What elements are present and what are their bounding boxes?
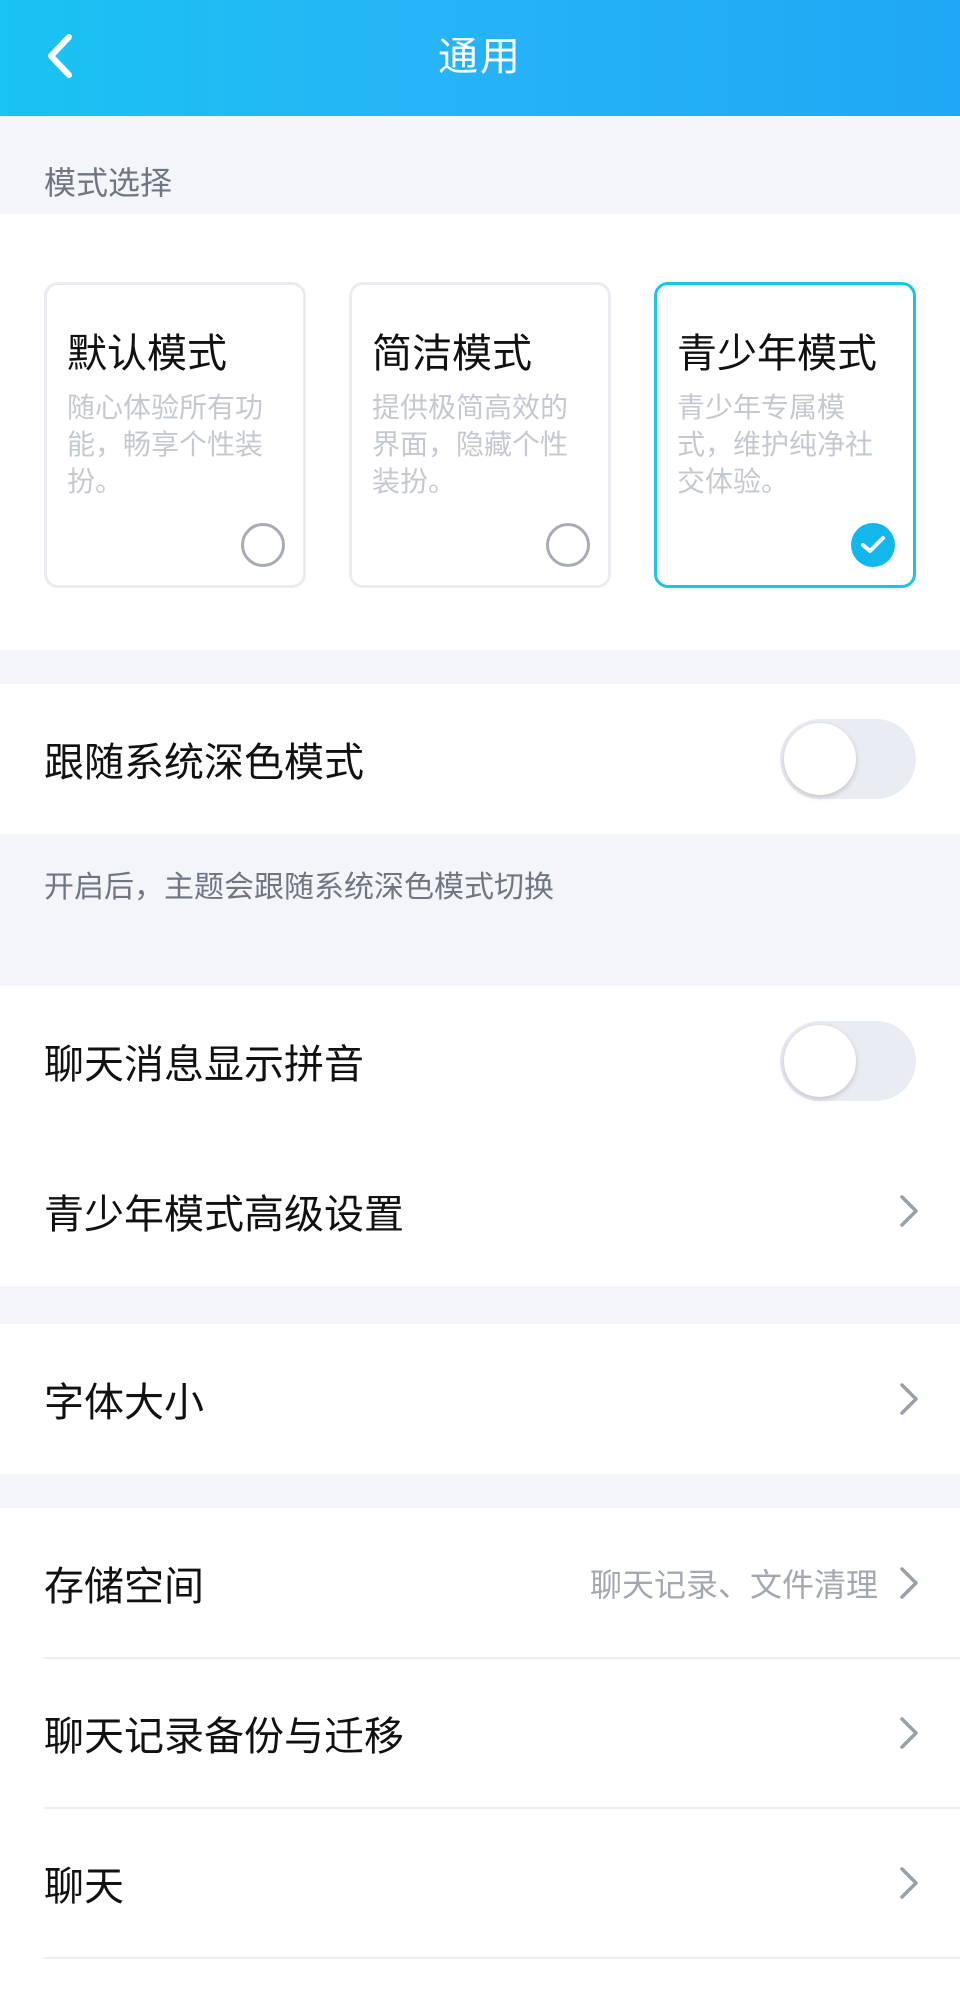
chat-pinyin-toggle[interactable] bbox=[780, 1021, 916, 1101]
storage-row[interactable]: 存储空间 聊天记录、文件清理 bbox=[0, 1508, 960, 1658]
dark-mode-row: 跟随系统深色模式 bbox=[0, 684, 960, 834]
mode-card-title: 默认模式 bbox=[67, 331, 227, 377]
mode-card-title: 青少年模式 bbox=[677, 331, 877, 377]
font-size-row[interactable]: 字体大小 bbox=[0, 1324, 960, 1474]
font-size-label: 字体大小 bbox=[44, 1380, 204, 1426]
backup-row[interactable]: 聊天记录备份与迁移 bbox=[0, 1658, 960, 1808]
chat-row[interactable]: 聊天 bbox=[0, 1808, 960, 1958]
radio-unselected-icon[interactable] bbox=[241, 523, 285, 567]
chat-pinyin-label: 聊天消息显示拼音 bbox=[44, 1042, 364, 1088]
toggle-knob bbox=[784, 723, 856, 795]
chevron-right-icon bbox=[900, 1867, 918, 1899]
radio-checked-icon[interactable] bbox=[851, 523, 895, 567]
storage-chat-group: 存储空间 聊天记录、文件清理 聊天记录备份与迁移 聊天 bbox=[0, 1508, 960, 1990]
dark-mode-label: 跟随系统深色模式 bbox=[44, 740, 364, 786]
mode-card-title: 简洁模式 bbox=[372, 331, 532, 377]
dark-mode-hint: 开启后，主题会跟随系统深色模式切换 bbox=[44, 870, 554, 905]
chat-pinyin-row: 聊天消息显示拼音 bbox=[0, 986, 960, 1136]
storage-label: 存储空间 bbox=[44, 1564, 204, 1610]
chat-settings-group: 聊天消息显示拼音 青少年模式高级设置 bbox=[0, 986, 960, 1286]
mode-card-default[interactable]: 默认模式 随心体验所有功能，畅享个性装扮。 bbox=[44, 282, 306, 588]
app-header: 通用 bbox=[0, 0, 960, 116]
checkmark-icon bbox=[861, 536, 885, 553]
mode-card-description: 青少年专属模式，维护纯净社交体验。 bbox=[677, 391, 874, 498]
backup-label: 聊天记录备份与迁移 bbox=[44, 1714, 404, 1760]
radio-unselected-icon[interactable] bbox=[546, 523, 590, 567]
toggle-knob bbox=[784, 1025, 856, 1097]
mode-card-teen[interactable]: 青少年模式 青少年专属模式，维护纯净社交体验。 bbox=[654, 282, 916, 588]
chevron-right-icon bbox=[900, 1567, 918, 1599]
storage-subtitle: 聊天记录、文件清理 bbox=[589, 1566, 878, 1604]
chevron-right-icon bbox=[900, 1383, 918, 1415]
section-label-mode: 模式选择 bbox=[44, 164, 173, 202]
chat-label: 聊天 bbox=[44, 1864, 124, 1910]
mode-card-description: 随心体验所有功能，畅享个性装扮。 bbox=[67, 391, 264, 498]
teen-advanced-row[interactable]: 青少年模式高级设置 bbox=[0, 1136, 960, 1286]
mode-card-simple[interactable]: 简洁模式 提供极简高效的界面，隐藏个性装扮。 bbox=[349, 282, 611, 588]
divider bbox=[44, 1957, 960, 1959]
teen-advanced-label: 青少年模式高级设置 bbox=[44, 1192, 404, 1238]
dark-mode-toggle[interactable] bbox=[780, 719, 916, 799]
mode-card-description: 提供极简高效的界面，隐藏个性装扮。 bbox=[372, 391, 569, 498]
chevron-right-icon bbox=[900, 1195, 918, 1227]
chevron-right-icon bbox=[900, 1717, 918, 1749]
page-title: 通用 bbox=[438, 34, 522, 80]
